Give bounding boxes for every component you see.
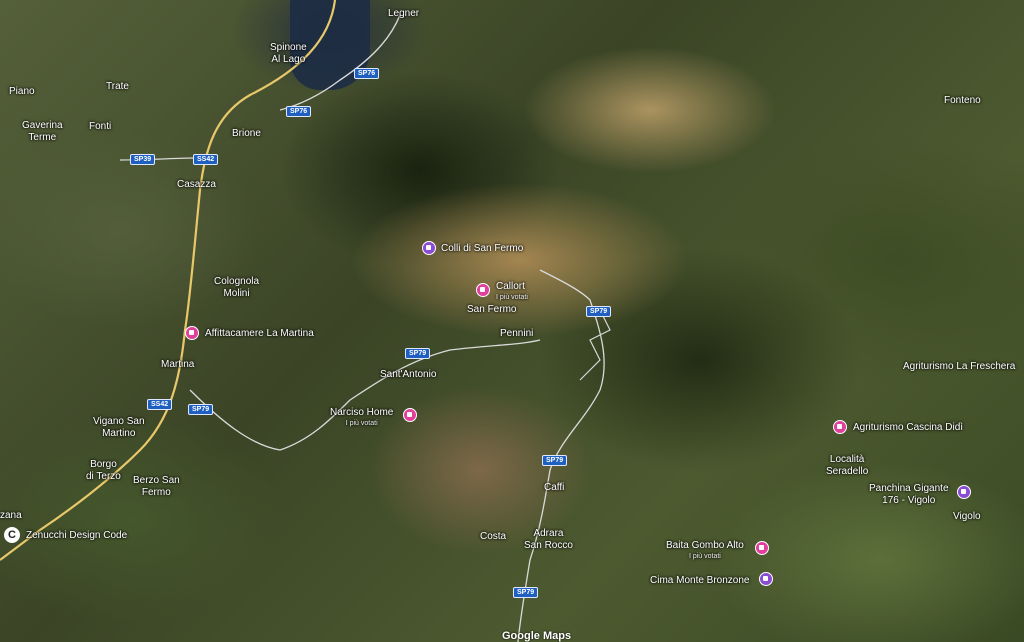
poi-cima-label[interactable]: Cima Monte Bronzone xyxy=(650,575,750,587)
place-trate: Trate xyxy=(106,81,129,92)
road-shield-sp76: SP76 xyxy=(354,68,380,79)
poi-panchina-pin[interactable] xyxy=(957,485,971,499)
poi-affittacamere-label[interactable]: Affittacamere La Martina xyxy=(205,328,314,340)
poi-narciso-label[interactable]: Narciso Home I più votati xyxy=(330,407,393,428)
place-zana: zana xyxy=(0,510,22,521)
place-sant-antonio: Sant'Antonio xyxy=(380,369,437,380)
poi-affittacamere-pin[interactable] xyxy=(185,326,199,340)
poi-agriturismo-freschera-label[interactable]: Agriturismo La Freschera xyxy=(903,361,1015,373)
place-caffi: Caffi xyxy=(544,482,565,493)
road-shield-sp76: SP76 xyxy=(286,106,312,117)
place-vigano: Vigano San Martino xyxy=(93,416,145,439)
place-borgo: Borgo di Terzo xyxy=(86,459,121,482)
place-san-fermo: San Fermo xyxy=(467,304,517,315)
road-shield-sp79: SP79 xyxy=(513,587,539,598)
poi-callort-label[interactable]: Callort I più votati xyxy=(496,281,528,302)
poi-zenucchi-label[interactable]: Zenucchi Design Code xyxy=(26,530,127,542)
road-shield-sp79: SP79 xyxy=(405,348,431,359)
poi-baita-label[interactable]: Baita Gombo Alto I più votati xyxy=(666,540,744,561)
place-spinone: Spinone Al Lago xyxy=(270,42,307,65)
road-shield-sp79: SP79 xyxy=(586,306,612,317)
poi-cascina-pin[interactable] xyxy=(833,420,847,434)
google-maps-watermark: Google Maps xyxy=(502,630,572,642)
place-martina: Martina xyxy=(161,359,195,370)
place-brione: Brione xyxy=(232,128,261,139)
place-casazza: Casazza xyxy=(177,179,216,190)
place-legner: Legner xyxy=(388,8,420,19)
place-fonti: Fonti xyxy=(89,121,112,132)
poi-cascina-label[interactable]: Agriturismo Cascina Didì xyxy=(853,422,963,434)
road-shield-ss42: SS42 xyxy=(147,399,173,410)
place-berzo: Berzo San Fermo xyxy=(133,475,180,498)
road-shield-sp39: SP39 xyxy=(130,154,156,165)
road-network xyxy=(0,0,611,642)
place-gaverina: Gaverina Terme xyxy=(22,120,63,143)
poi-panchina-label[interactable]: Panchina Gigante 176 - Vigolo xyxy=(869,483,949,507)
poi-baita-pin[interactable] xyxy=(755,541,769,555)
place-colognola: Colognola Molini xyxy=(214,276,260,299)
place-piano: Piano xyxy=(9,86,35,97)
poi-narciso-pin[interactable] xyxy=(403,408,417,422)
place-vigolo: Vigolo xyxy=(953,511,981,522)
road-shield-ss42: SS42 xyxy=(193,154,219,165)
poi-colli-pin[interactable] xyxy=(422,241,436,255)
place-costa: Costa xyxy=(480,531,507,542)
satellite-map[interactable]: Legner Spinone Al Lago Piano Trate Gaveri… xyxy=(0,0,1024,642)
poi-colli-label[interactable]: Colli di San Fermo xyxy=(441,243,523,255)
road-shield-sp79: SP79 xyxy=(188,404,214,415)
road-shield-sp79: SP79 xyxy=(542,455,568,466)
place-pennini: Pennini xyxy=(500,328,534,339)
poi-callort-pin[interactable] xyxy=(476,283,490,297)
poi-cima-pin[interactable] xyxy=(759,572,773,586)
place-adrara: Adrara San Rocco xyxy=(524,528,573,551)
place-fonteno: Fonteno xyxy=(944,95,981,106)
business-icon[interactable]: C xyxy=(4,527,20,543)
place-localita: Località Seradello xyxy=(826,454,869,477)
